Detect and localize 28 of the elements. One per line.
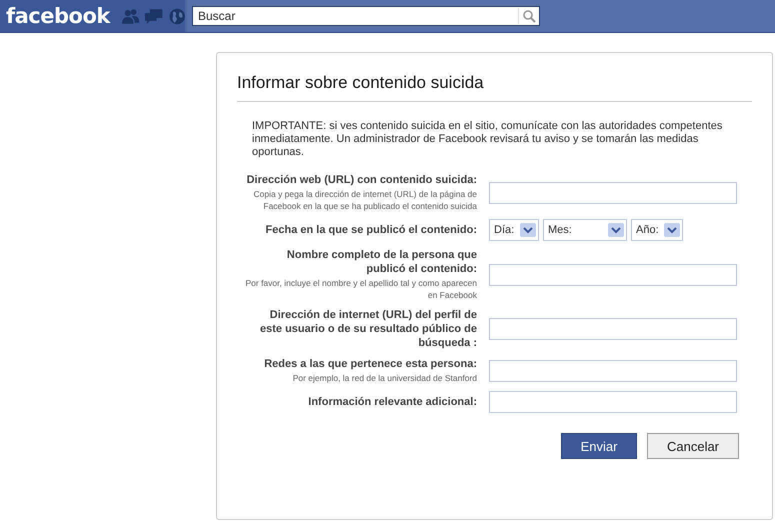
dropdown[interactable]: Año: [631, 219, 683, 241]
people-icon[interactable] [122, 8, 140, 24]
field-hint: Copia y pega la dirección de internet (URL) de la página de Facebook en la que se ha publicado el contenido suicida [252, 188, 477, 212]
field-label: Nombre completo de la persona que publicó el contenido: [286, 248, 477, 276]
globe-icon[interactable] [168, 8, 186, 24]
cancel-button[interactable]: Cancelar [647, 433, 739, 459]
field-label: Redes a las que pertenece esta persona: [263, 357, 477, 371]
field-label: Dirección web (URL) con contenido suicida: [246, 173, 477, 187]
logo[interactable]: facebook [6, 4, 110, 28]
field-label: Fecha en la que se publicó el contenido: [264, 223, 477, 237]
chevron-down-icon [664, 223, 680, 237]
dropdown[interactable]: Día: [489, 219, 539, 241]
field-label: Dirección de internet (URL) del perfil de este usuario o de su resultado público de búsqueda : [259, 308, 477, 350]
chevron-down-icon [608, 223, 624, 237]
text-field[interactable] [489, 182, 737, 204]
field-label: Información relevante adicional: [307, 395, 477, 409]
field-hint: Por favor, incluye el nombre y el apellido tal y como aparecen en Facebook [245, 277, 477, 301]
text-field[interactable] [489, 264, 737, 286]
text-field[interactable] [489, 318, 737, 340]
dropdown[interactable]: Mes: [543, 219, 627, 241]
text-field[interactable] [489, 391, 737, 413]
field-hint: Por ejemplo, la red de la universidad de Stanford [292, 372, 477, 384]
notice-text: IMPORTANTE: si ves contenido suicida en el sitio, comunícate con las autoridades competentes inmediatamente. Un administrador de Facebook revisará tu aviso y se tomarán las medidas oportunas. [252, 120, 724, 159]
chat-icon[interactable] [145, 8, 163, 24]
chevron-down-icon [520, 223, 536, 237]
submit-button[interactable]: Enviar [561, 433, 637, 459]
text-field[interactable] [489, 360, 737, 382]
dialog-title: Informar sobre contenido suicida [237, 73, 752, 102]
